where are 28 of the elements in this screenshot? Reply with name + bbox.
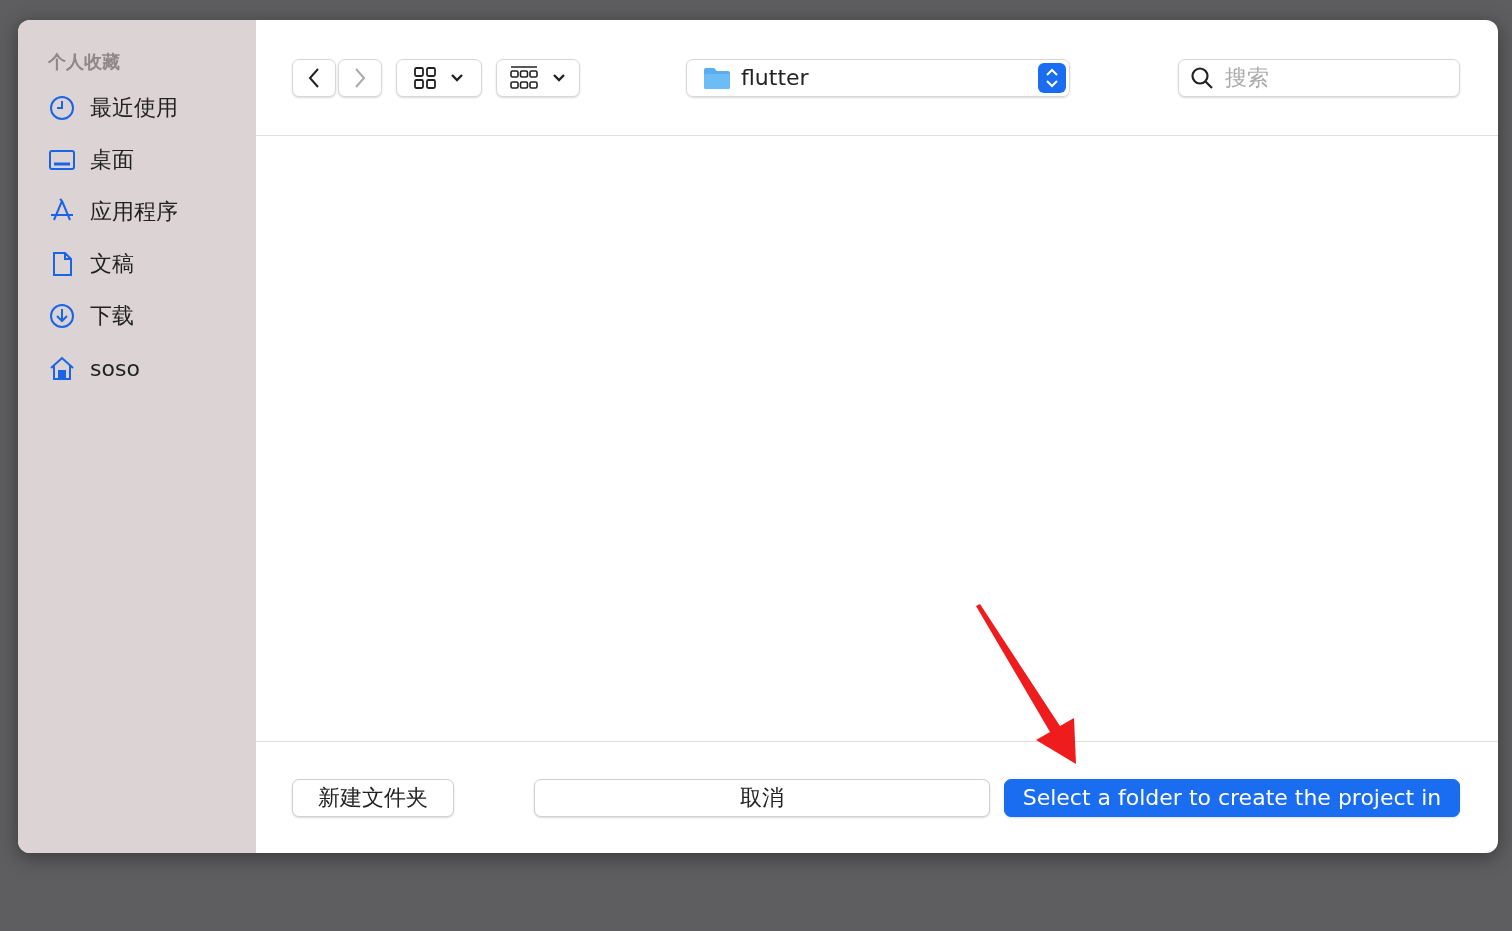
sidebar-item[interactable]: 桌面	[48, 134, 256, 186]
group-button[interactable]	[496, 58, 580, 97]
back-button[interactable]	[292, 58, 336, 97]
location-text: flutter	[741, 65, 810, 90]
sidebar-item[interactable]: 最近使用	[48, 82, 256, 134]
sidebar-heading: 个人收藏	[48, 50, 121, 74]
chevron-down-icon	[552, 72, 566, 83]
search-field[interactable]: 搜索	[1178, 58, 1460, 97]
location-dropdown[interactable]: flutter	[686, 58, 1070, 97]
search-icon	[1190, 65, 1214, 90]
new-folder-button[interactable]: 新建文件夹	[292, 778, 454, 817]
cancel-button[interactable]: 取消	[534, 778, 990, 817]
sidebar-item[interactable]: soso	[48, 342, 256, 394]
stepper-icon	[1038, 62, 1066, 93]
house-icon	[48, 354, 76, 382]
chevron-down-icon	[450, 72, 464, 83]
gallery-icon	[510, 64, 538, 91]
sidebar-item[interactable]: 文稿	[48, 238, 256, 290]
sidebar-item[interactable]: 下载	[48, 290, 256, 342]
chevron-right-icon	[353, 66, 367, 89]
clock-icon	[48, 94, 76, 122]
grid-icon	[414, 66, 436, 89]
download-icon	[48, 302, 76, 330]
icon-view-button[interactable]	[396, 58, 482, 97]
confirm-button[interactable]: Select a folder to create the project in	[1004, 778, 1460, 817]
folder-icon	[703, 65, 731, 90]
sidebar-item[interactable]: 应用程序	[48, 186, 256, 238]
chevron-left-icon	[307, 66, 321, 89]
